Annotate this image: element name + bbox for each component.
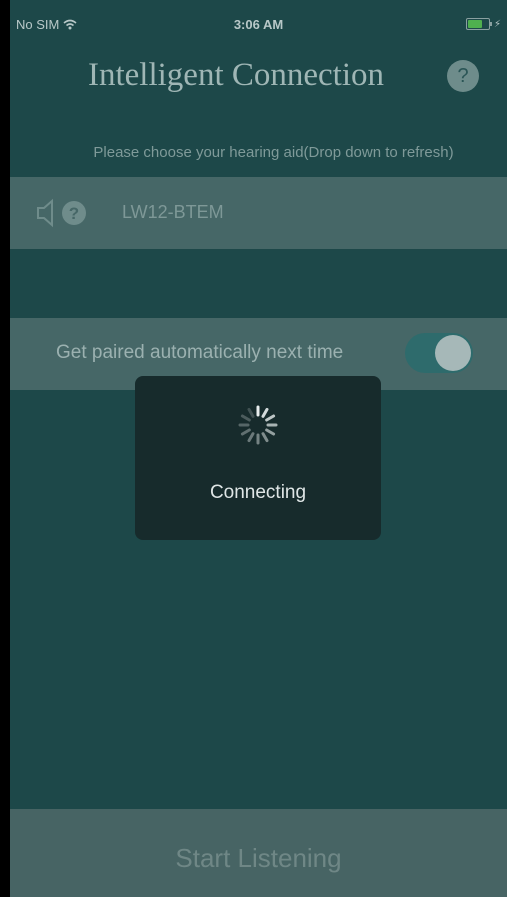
device-name: LW12-BTEM xyxy=(122,202,224,222)
start-listening-label: Start Listening xyxy=(175,843,342,873)
instruction-text: Please choose your hearing aid(Drop down… xyxy=(10,144,507,161)
device-list-item[interactable]: ? LW12-BTEM xyxy=(10,177,507,249)
app-screen: No SIM 3:06 AM ⚡ Intelligent Connection … xyxy=(10,0,507,897)
connecting-hud: Connecting xyxy=(135,376,381,540)
instruction-label: Please choose your hearing aid(Drop down… xyxy=(93,144,454,161)
start-listening-button[interactable]: Start Listening xyxy=(10,809,507,897)
help-button[interactable]: ? xyxy=(447,60,479,92)
hearing-aid-unknown-icon: ? xyxy=(37,198,86,228)
auto-pair-toggle[interactable] xyxy=(405,333,473,373)
auto-pair-label: Get paired automatically next time xyxy=(56,342,344,363)
battery-charging-icon: ⚡ xyxy=(465,18,501,30)
nav-bar: Intelligent Connection ? xyxy=(10,54,507,98)
svg-text:?: ? xyxy=(69,204,79,223)
toggle-knob xyxy=(435,335,471,371)
activity-spinner-icon xyxy=(238,405,278,445)
status-bar: No SIM 3:06 AM ⚡ xyxy=(10,0,507,40)
connecting-label: Connecting xyxy=(209,482,307,503)
status-time: 3:06 AM xyxy=(233,17,284,32)
page-title: Intelligent Connection xyxy=(88,57,385,93)
